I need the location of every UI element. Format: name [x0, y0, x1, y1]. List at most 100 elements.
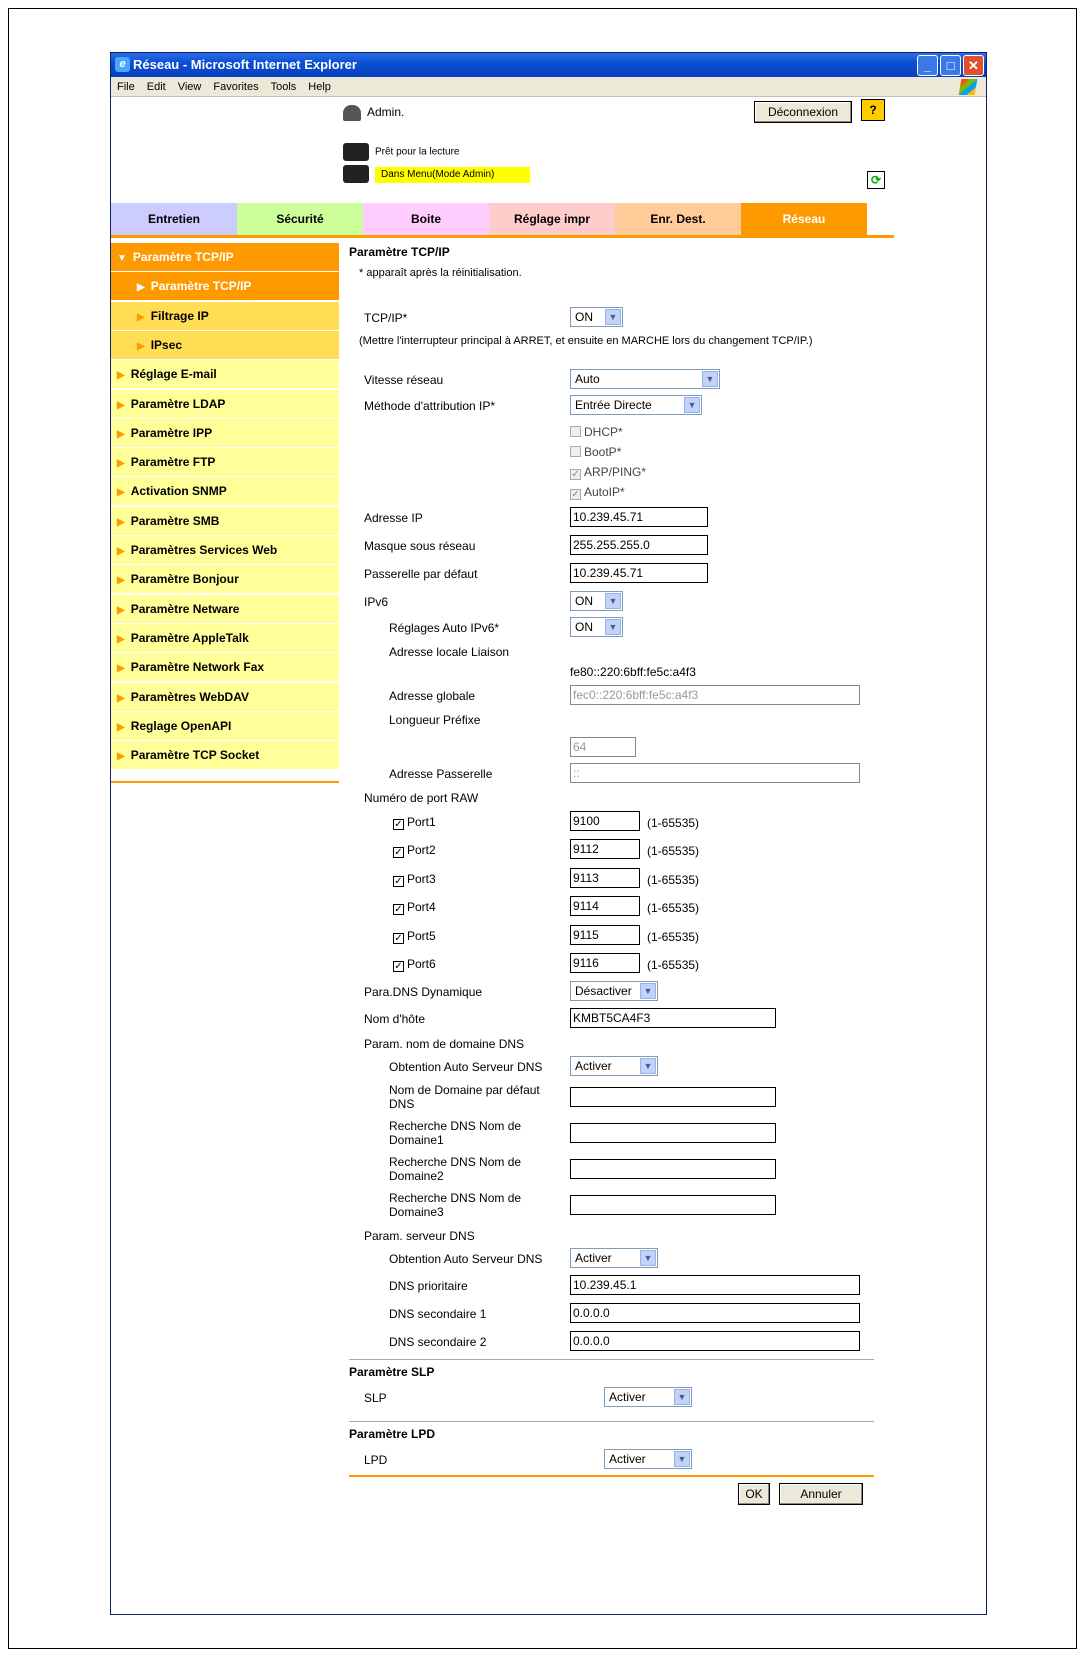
speed-select[interactable]: Auto ▼ [570, 369, 720, 389]
sidebar-item[interactable]: ▼ Paramètre TCP/IP [111, 243, 339, 272]
dns-primary-input[interactable]: 10.239.45.1 [570, 1275, 860, 1295]
ddns-select[interactable]: Désactiver ▼ [570, 981, 658, 1001]
sidebar-item[interactable]: ▶ Paramètre LDAP [111, 389, 339, 419]
menu-view[interactable]: View [178, 81, 202, 93]
ipv6-auto-select[interactable]: ON ▼ [570, 617, 623, 637]
sidebar-item[interactable]: ▶ Paramètre Network Fax [111, 653, 339, 683]
search-domain1-input[interactable] [570, 1123, 776, 1143]
sidebar-item-label: Paramètre AppleTalk [130, 630, 249, 645]
ddns-label: Para.DNS Dynamique [364, 985, 483, 999]
menu-favorites[interactable]: Favorites [213, 81, 258, 93]
search-domain2-input[interactable] [570, 1159, 776, 1179]
speed-value: Auto [575, 372, 600, 386]
port-checkbox[interactable]: ✓ Port4 [393, 900, 436, 916]
sidebar-item[interactable]: ▶ Paramètre SMB [111, 506, 339, 536]
window-title: Réseau - Microsoft Internet Explorer [133, 57, 357, 72]
triangle-right-icon: ▶ [117, 370, 125, 382]
sidebar-item[interactable]: ▶ Réglage E-mail [111, 360, 339, 390]
gateway-addr-input[interactable]: :: [570, 763, 860, 783]
ok-button[interactable]: OK [738, 1483, 770, 1505]
divider [349, 1421, 874, 1422]
menu-edit[interactable]: Edit [147, 81, 166, 93]
cancel-button[interactable]: Annuler [779, 1483, 863, 1505]
tab-boite[interactable]: Boite [363, 203, 489, 235]
tab-reglage-impr[interactable]: Réglage impr [489, 203, 615, 235]
minimize-button[interactable]: _ [917, 55, 938, 76]
sidebar-item[interactable]: ▶ Reglage OpenAPI [111, 711, 339, 741]
check-icon: ✓ [393, 932, 404, 944]
tab-securite[interactable]: Sécurité [237, 203, 363, 235]
tcpip-select[interactable]: ON ▼ [570, 307, 623, 327]
hostname-input[interactable]: KMBT5CA4F3 [570, 1008, 776, 1028]
port-checkbox[interactable]: ✓ Port2 [393, 843, 436, 859]
sidebar-item[interactable]: ▶ Paramètres Services Web [111, 536, 339, 565]
chevron-down-icon: ▼ [640, 1250, 656, 1266]
dns-secondary2-input[interactable]: 0.0.0.0 [570, 1331, 860, 1351]
global-addr-input[interactable]: fec0::220:6bff:fe5c:a4f3 [570, 685, 860, 705]
mask-input[interactable]: 255.255.255.0 [570, 535, 708, 555]
sidebar-item[interactable]: ▶ IPsec [111, 330, 339, 360]
method-label: Méthode d'attribution IP* [364, 399, 496, 413]
auto-dns2-select[interactable]: Activer ▼ [570, 1248, 658, 1268]
port-input[interactable]: 9116 [570, 953, 640, 973]
port-range: (1-65535) [647, 872, 700, 887]
help-button[interactable]: ? [861, 99, 885, 121]
tcpip-value: ON [575, 310, 593, 324]
sidebar-item[interactable]: ▶ Paramètres WebDAV [111, 682, 339, 712]
tab-enr-dest[interactable]: Enr. Dest. [615, 203, 741, 235]
sidebar-item[interactable]: ▶ Paramètre Netware [111, 594, 339, 624]
sidebar-item[interactable]: ▶ Paramètre Bonjour [111, 565, 339, 595]
sidebar-item[interactable]: ▶ Paramètre AppleTalk [111, 623, 339, 653]
dns-domain-header: Param. nom de domaine DNS [364, 1037, 525, 1051]
port-input[interactable]: 9100 [570, 811, 640, 831]
menu-help[interactable]: Help [308, 81, 331, 93]
arp-checkbox[interactable]: ✓ ARP/PING* [570, 465, 646, 480]
method-select[interactable]: Entrée Directe ▼ [570, 395, 702, 415]
sidebar-item-label: Paramètre IPP [130, 425, 213, 440]
search-domain3-input[interactable] [570, 1195, 776, 1215]
autoip-checkbox[interactable]: ✓ AutoIP* [570, 485, 625, 500]
port-checkbox[interactable]: ✓ Port5 [393, 929, 436, 944]
dns-secondary1-label: DNS secondaire 1 [389, 1307, 487, 1321]
ipv6-select[interactable]: ON ▼ [570, 591, 623, 611]
port-input[interactable]: 9114 [570, 896, 640, 917]
menu-file[interactable]: File [117, 81, 135, 93]
chevron-down-icon: ▼ [605, 309, 621, 325]
default-domain-input[interactable] [570, 1087, 776, 1107]
prefix-input[interactable]: 64 [570, 737, 636, 757]
ip-input[interactable]: 10.239.45.71 [570, 507, 708, 527]
dns-secondary1-input[interactable]: 0.0.0.0 [570, 1303, 860, 1323]
sidebar-item[interactable]: ▶ Activation SNMP [111, 477, 339, 507]
sidebar-item[interactable]: ▶ Paramètre TCP/IP [111, 272, 339, 302]
port-checkbox[interactable]: ✓ Port1 [393, 815, 436, 830]
tab-entretien[interactable]: Entretien [111, 203, 237, 235]
sidebar-item[interactable]: ▶ Filtrage IP [111, 301, 339, 331]
tcpip-label: TCP/IP* [364, 311, 408, 325]
checkbox-box [570, 426, 581, 437]
sidebar-item[interactable]: ▶ Paramètre FTP [111, 448, 339, 478]
maximize-button[interactable]: □ [940, 55, 961, 76]
check-icon: ✓ [393, 875, 404, 887]
port-checkbox[interactable]: ✓ Port3 [393, 872, 436, 887]
logout-button[interactable]: Déconnexion [754, 101, 852, 123]
triangle-right-icon: ▶ [137, 282, 145, 294]
tab-reseau[interactable]: Réseau [741, 203, 867, 235]
port-input[interactable]: 9115 [570, 924, 640, 945]
lpd-select[interactable]: Activer ▼ [604, 1449, 692, 1469]
sidebar-item[interactable]: ▶ Paramètre IPP [111, 418, 339, 448]
dhcp-checkbox[interactable]: DHCP* [570, 425, 623, 439]
port-checkbox[interactable]: ✓ Port6 [393, 957, 436, 972]
port-input[interactable]: 9113 [570, 867, 640, 888]
close-button[interactable]: ✕ [963, 55, 984, 76]
check-icon: ✓ [570, 469, 581, 480]
slp-select[interactable]: Activer ▼ [604, 1387, 692, 1407]
auto-dns-select[interactable]: Activer ▼ [570, 1056, 658, 1076]
menu-tools[interactable]: Tools [271, 81, 297, 93]
port-input[interactable]: 9112 [570, 839, 640, 860]
port-label: Port6 [407, 957, 436, 971]
gateway-input[interactable]: 10.239.45.71 [570, 563, 708, 583]
sidebar-item[interactable]: ▶ Paramètre TCP Socket [111, 741, 339, 771]
lpd-label: LPD [364, 1453, 388, 1467]
refresh-icon[interactable]: ⟳ [867, 171, 885, 189]
bootp-checkbox[interactable]: BootP* [570, 445, 621, 459]
